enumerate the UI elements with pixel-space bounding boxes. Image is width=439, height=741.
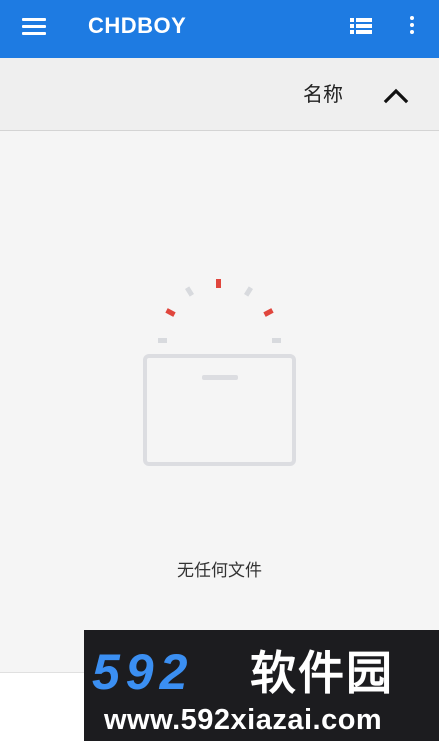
spark-dash — [158, 338, 167, 343]
spark-dash — [216, 279, 221, 288]
sort-by-name-label[interactable]: 名称 — [303, 81, 343, 107]
top-app-bar: CHDBOY — [0, 0, 439, 58]
spark-dash — [263, 308, 274, 317]
app-title: CHDBOY — [88, 13, 187, 38]
sort-bar: 名称 — [0, 58, 439, 131]
empty-folder-icon — [130, 270, 310, 475]
spark-dash — [243, 286, 254, 297]
hamburger-menu-icon[interactable] — [22, 16, 48, 40]
empty-message: 无任何文件 — [177, 561, 262, 581]
app-screen: CHDBOY 名称 无任何文件 592 软件园 www.592xiazai.co… — [0, 0, 439, 741]
spark-dash — [165, 308, 176, 317]
spark-dash — [272, 338, 281, 343]
spark-dash — [184, 286, 195, 297]
more-options-icon[interactable] — [402, 12, 422, 44]
list-view-icon[interactable] — [346, 14, 376, 42]
watermark-logo: 592 软件园 www.592xiazai.com — [84, 630, 439, 741]
watermark-brand-number: 592 — [92, 644, 194, 700]
chevron-up-icon[interactable] — [378, 80, 414, 108]
watermark-url: www.592xiazai.com — [104, 704, 383, 736]
watermark-brand-name: 软件园 — [250, 646, 394, 700]
